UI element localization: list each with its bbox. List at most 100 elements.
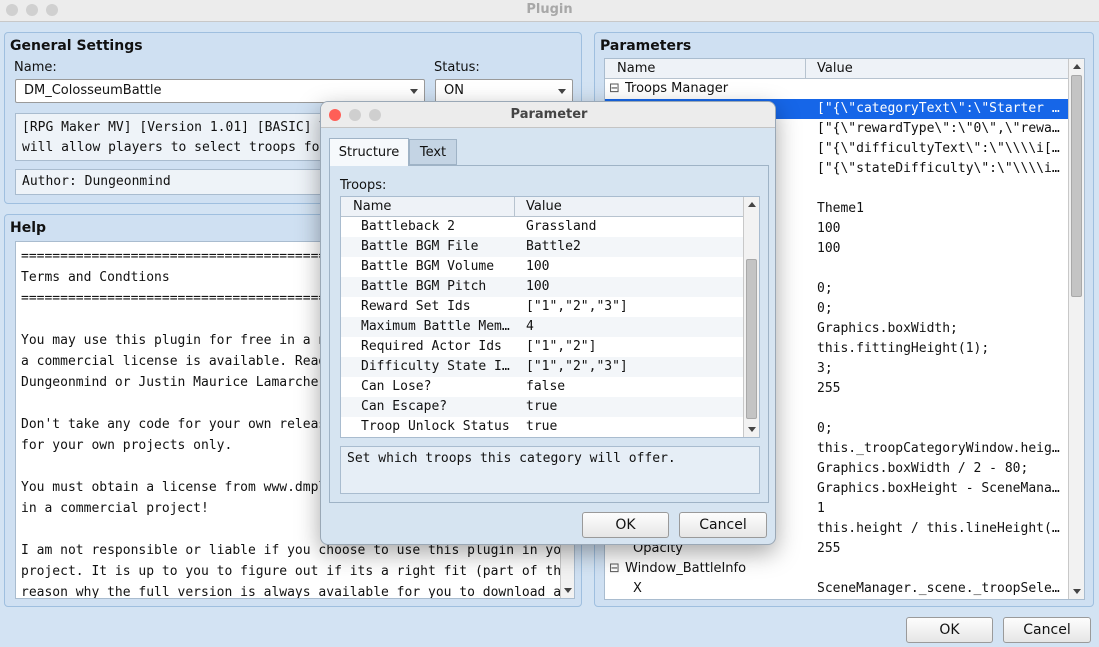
- troop-param-value: Grassland: [526, 219, 597, 234]
- window-title: Plugin: [526, 2, 573, 17]
- scroll-up-icon[interactable]: [748, 202, 756, 207]
- troops-col-name-header[interactable]: Name: [353, 197, 391, 217]
- troop-param-name: Required Actor Ids: [361, 339, 502, 354]
- troop-param-row[interactable]: Troop Unlock Status true: [341, 417, 743, 437]
- collapse-toggle-icon[interactable]: ⊟: [609, 559, 620, 579]
- chevron-down-icon: [410, 89, 418, 94]
- dialog-close-button[interactable]: [329, 109, 341, 121]
- troop-param-row[interactable]: Battleback 2 Grassland: [341, 217, 743, 237]
- troop-param-name: Battle BGM File: [361, 239, 479, 254]
- column-divider[interactable]: [805, 59, 806, 79]
- help-line: reason why the full version is always av…: [21, 585, 575, 599]
- troop-param-name: Can Lose?: [361, 379, 432, 394]
- main-ok-button[interactable]: OK: [906, 617, 993, 643]
- collapse-toggle-icon[interactable]: ⊟: [609, 79, 620, 99]
- name-combo[interactable]: DM_ColosseumBattle: [15, 79, 425, 103]
- troop-param-name: Battleback 2: [361, 219, 455, 234]
- troop-param-name: Maximum Battle Members: [361, 319, 513, 334]
- parameter-value: 0;: [817, 421, 833, 436]
- troop-param-name: Difficulty State Ids: [361, 359, 513, 374]
- zoom-window-button[interactable]: [46, 4, 58, 16]
- troop-param-name: Battle BGM Pitch: [361, 279, 487, 294]
- parameters-header: Name Value: [605, 59, 1069, 79]
- tab-text[interactable]: Text: [409, 139, 457, 165]
- parameter-name: Troops Manager: [625, 81, 729, 96]
- window-titlebar: Plugin: [0, 0, 1099, 22]
- dialog-title: Parameter: [510, 107, 588, 122]
- parameter-value: Theme1: [817, 201, 864, 216]
- troop-param-row[interactable]: Battle BGM Volume 100: [341, 257, 743, 277]
- parameter-value: this.fittingHeight(1);: [817, 341, 990, 356]
- parameter-row[interactable]: X SceneManager._scene._troopSelectWindow.…: [605, 579, 1069, 599]
- name-value: DM_ColosseumBattle: [24, 83, 162, 98]
- parameter-value: [817, 559, 1063, 579]
- parameter-value: 0;: [817, 301, 833, 316]
- troop-param-row[interactable]: Can Lose? false: [341, 377, 743, 397]
- parameter-description: Set which troops this category will offe…: [340, 446, 760, 494]
- dialog-ok-button[interactable]: OK: [582, 512, 669, 538]
- troop-param-value: Battle2: [526, 239, 581, 254]
- troop-param-value: 100: [526, 259, 550, 274]
- troops-scrollbar[interactable]: [743, 197, 759, 437]
- scroll-down-icon[interactable]: [1073, 589, 1081, 594]
- troop-param-name: Battle BGM Volume: [361, 259, 495, 274]
- troop-param-value: true: [526, 419, 558, 434]
- troop-param-name: Troop Unlock Status: [361, 419, 510, 434]
- parameter-value: 0;: [817, 281, 833, 296]
- troop-param-value: ["1","2","3"]: [526, 299, 628, 314]
- troop-param-name: Reward Set Ids: [361, 299, 471, 314]
- parameter-value: 255: [817, 541, 841, 556]
- main-cancel-button[interactable]: Cancel: [1003, 617, 1091, 643]
- scroll-down-icon[interactable]: [748, 427, 756, 432]
- troop-param-row[interactable]: Battle BGM Pitch 100: [341, 277, 743, 297]
- troop-param-row[interactable]: Required Actor Ids ["1","2"]: [341, 337, 743, 357]
- parameter-value: Graphics.boxWidth / 2 - 80;: [817, 461, 1029, 476]
- parameter-value: Graphics.boxWidth;: [817, 321, 958, 336]
- troop-param-row[interactable]: Can Escape? true: [341, 397, 743, 417]
- dialog-titlebar: Parameter: [321, 102, 775, 128]
- col-name-header[interactable]: Name: [617, 59, 655, 79]
- troop-param-value: true: [526, 399, 558, 414]
- troops-header: Name Value: [341, 197, 743, 217]
- troop-param-value: false: [526, 379, 566, 394]
- dialog-minimize-button[interactable]: [349, 109, 361, 121]
- troops-scroll-thumb[interactable]: [746, 259, 757, 419]
- tab-content: Troops: Name Value Battleback 2 Grassland…: [329, 165, 769, 503]
- scroll-down-icon[interactable]: [564, 588, 572, 593]
- general-settings-title: General Settings: [10, 38, 143, 54]
- parameters-scrollbar[interactable]: [1068, 59, 1084, 599]
- troops-col-value-header[interactable]: Value: [526, 197, 562, 217]
- name-label: Name:: [14, 60, 57, 75]
- column-divider[interactable]: [514, 197, 515, 217]
- troop-param-row[interactable]: Maximum Battle Members 4: [341, 317, 743, 337]
- troop-param-value: 100: [526, 279, 550, 294]
- parameter-value: [817, 79, 1063, 99]
- troops-rows: Battleback 2 Grassland Battle BGM File Batt…: [341, 217, 743, 437]
- troop-param-value: 4: [526, 319, 534, 334]
- dialog-cancel-button[interactable]: Cancel: [679, 512, 767, 538]
- parameter-description-text: Set which troops this category will offe…: [347, 451, 676, 466]
- dialog-zoom-button[interactable]: [369, 109, 381, 121]
- troop-param-value: ["1","2"]: [526, 339, 597, 354]
- troop-param-name: Can Escape?: [361, 399, 448, 414]
- troop-param-row[interactable]: Battle BGM File Battle2: [341, 237, 743, 257]
- parameter-value: [817, 179, 1063, 199]
- troop-param-row[interactable]: Difficulty State Ids ["1","2","3"]: [341, 357, 743, 377]
- troops-table: Name Value Battleback 2 Grassland Battle B…: [340, 196, 760, 438]
- parameter-value: ["{\"difficultyText\":\"\\\\i[89]\"}"]: [817, 141, 1063, 156]
- help-title: Help: [10, 220, 47, 236]
- troop-param-row[interactable]: Reward Set Ids ["1","2","3"]: [341, 297, 743, 317]
- parameter-value: Graphics.boxHeight - SceneManager._scene…: [817, 481, 1063, 496]
- status-value: ON: [444, 83, 464, 98]
- parameter-row[interactable]: ⊟ Window_BattleInfo: [605, 559, 1069, 579]
- close-window-button[interactable]: [6, 4, 18, 16]
- scroll-up-icon[interactable]: [1073, 64, 1081, 69]
- minimize-window-button[interactable]: [26, 4, 38, 16]
- parameter-value: SceneManager._scene._troopSelectWindow.w…: [817, 581, 1063, 596]
- tab-structure[interactable]: Structure: [329, 138, 409, 166]
- parameters-scroll-thumb[interactable]: [1071, 75, 1082, 297]
- col-value-header[interactable]: Value: [817, 59, 853, 79]
- status-combo[interactable]: ON: [435, 79, 573, 103]
- parameter-row[interactable]: ⊟ Troops Manager: [605, 79, 1069, 99]
- parameter-value: 255: [817, 381, 841, 396]
